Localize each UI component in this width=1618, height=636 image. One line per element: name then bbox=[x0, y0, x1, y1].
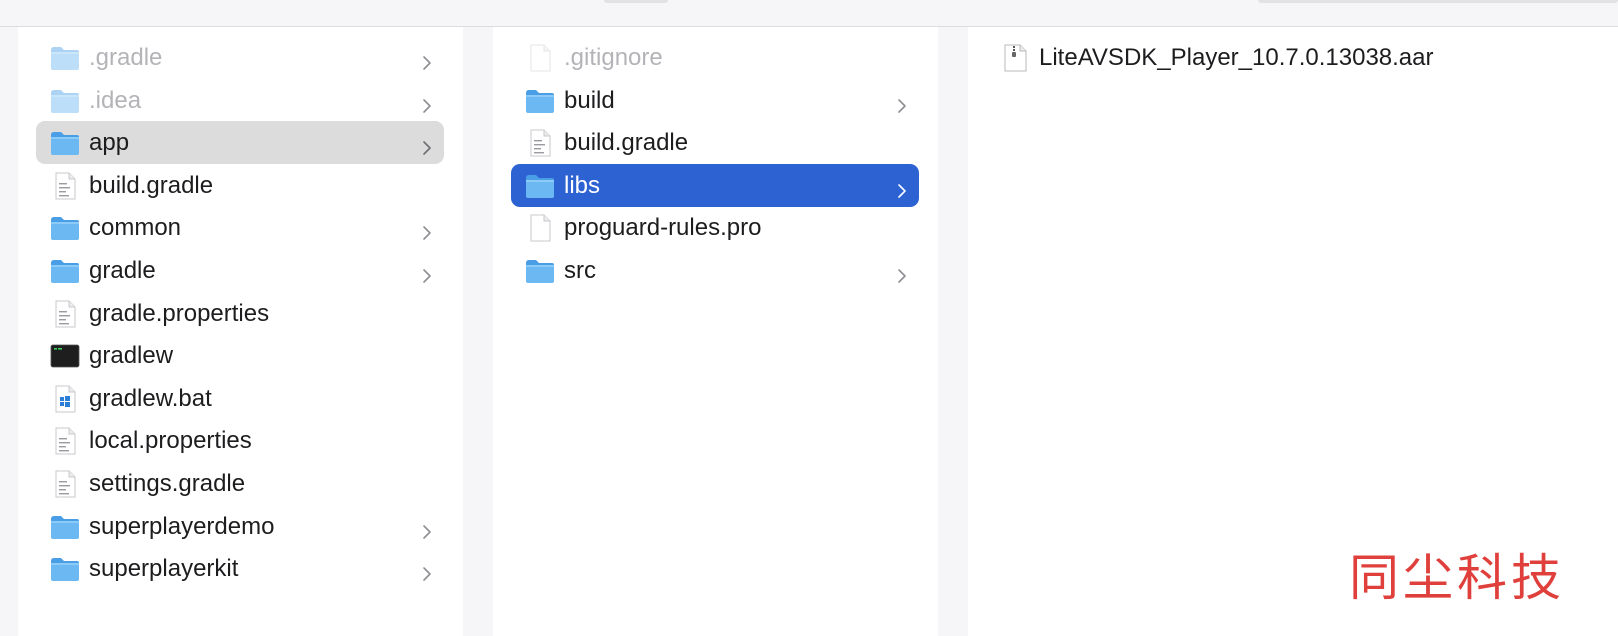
item-label: src bbox=[564, 256, 596, 284]
item-label: libs bbox=[564, 171, 601, 199]
file-row[interactable]: gradlew.bat bbox=[36, 377, 444, 420]
item-label: common bbox=[89, 213, 182, 241]
item-label: gradle.properties bbox=[89, 299, 270, 327]
chevron-right-icon bbox=[422, 93, 432, 113]
archive-icon bbox=[999, 44, 1031, 72]
chevron-right-icon bbox=[422, 50, 432, 70]
terminal-icon bbox=[49, 342, 81, 370]
chevron-right-icon bbox=[422, 263, 432, 283]
file-row[interactable]: build.gradle bbox=[36, 164, 444, 207]
chevron-right-icon bbox=[422, 220, 432, 240]
chevron-right-icon bbox=[897, 178, 907, 198]
folder-icon bbox=[49, 129, 81, 157]
folder-row[interactable]: app bbox=[36, 121, 444, 164]
document-icon bbox=[524, 214, 556, 242]
item-label: build.gradle bbox=[89, 171, 214, 199]
chevron-right-icon bbox=[422, 519, 432, 539]
item-label: gradlew bbox=[89, 341, 174, 369]
folder-icon bbox=[49, 44, 81, 72]
item-label: .gitignore bbox=[564, 43, 663, 71]
text-document-icon bbox=[49, 172, 81, 200]
folder-icon bbox=[49, 87, 81, 115]
file-row[interactable]: settings.gradle bbox=[36, 462, 444, 505]
text-document-icon bbox=[49, 300, 81, 328]
item-label: superplayerdemo bbox=[89, 512, 275, 540]
file-row[interactable]: gradlew bbox=[36, 334, 444, 377]
folder-icon bbox=[524, 172, 556, 200]
toolbar-search-edge bbox=[1258, 0, 1618, 3]
file-row[interactable]: local.properties bbox=[36, 419, 444, 462]
item-label: gradle bbox=[89, 256, 156, 284]
windows-batch-icon bbox=[49, 385, 81, 413]
file-row[interactable]: build.gradle bbox=[511, 121, 919, 164]
file-row[interactable]: proguard-rules.pro bbox=[511, 206, 919, 249]
folder-row[interactable]: .gradle bbox=[36, 36, 444, 79]
chevron-right-icon bbox=[897, 263, 907, 283]
item-label: superplayerkit bbox=[89, 554, 239, 582]
folder-row[interactable]: superplayerkit bbox=[36, 547, 444, 590]
item-label: LiteAVSDK_Player_10.7.0.13038.aar bbox=[1039, 43, 1434, 71]
folder-row[interactable]: build bbox=[511, 79, 919, 122]
folder-icon bbox=[49, 257, 81, 285]
folder-icon bbox=[49, 214, 81, 242]
item-label: settings.gradle bbox=[89, 469, 246, 497]
document-icon bbox=[524, 44, 556, 72]
item-label: build bbox=[564, 86, 615, 114]
item-label: .idea bbox=[89, 86, 142, 114]
item-label: app bbox=[89, 128, 130, 156]
column-libs[interactable]: LiteAVSDK_Player_10.7.0.13038.aar bbox=[968, 27, 1618, 636]
chevron-right-icon bbox=[422, 561, 432, 581]
text-document-icon bbox=[524, 129, 556, 157]
watermark: 同尘科技 bbox=[1349, 549, 1565, 607]
item-label: gradlew.bat bbox=[89, 384, 212, 412]
folder-row[interactable]: gradle bbox=[36, 249, 444, 292]
column-app[interactable]: .gitignore build build.gradle libs progu… bbox=[493, 27, 938, 636]
folder-row[interactable]: common bbox=[36, 206, 444, 249]
folder-icon bbox=[49, 513, 81, 541]
text-document-icon bbox=[49, 427, 81, 455]
toolbar-tab-edge bbox=[604, 0, 668, 3]
chevron-right-icon bbox=[897, 93, 907, 113]
item-label: local.properties bbox=[89, 426, 252, 454]
toolbar-strip bbox=[0, 0, 1618, 27]
item-label: proguard-rules.pro bbox=[564, 213, 762, 241]
chevron-right-icon bbox=[422, 135, 432, 155]
folder-icon bbox=[49, 555, 81, 583]
item-label: .gradle bbox=[89, 43, 163, 71]
file-row[interactable]: LiteAVSDK_Player_10.7.0.13038.aar bbox=[986, 36, 1586, 79]
folder-row[interactable]: libs bbox=[511, 164, 919, 207]
folder-row[interactable]: src bbox=[511, 249, 919, 292]
folder-row[interactable]: .idea bbox=[36, 79, 444, 122]
folder-icon bbox=[524, 87, 556, 115]
file-row[interactable]: .gitignore bbox=[511, 36, 919, 79]
item-label: build.gradle bbox=[564, 128, 689, 156]
column-root[interactable]: .gradle .idea app build.gradle common gr… bbox=[18, 27, 463, 636]
folder-row[interactable]: superplayerdemo bbox=[36, 505, 444, 548]
file-row[interactable]: gradle.properties bbox=[36, 292, 444, 335]
folder-icon bbox=[524, 257, 556, 285]
text-document-icon bbox=[49, 470, 81, 498]
